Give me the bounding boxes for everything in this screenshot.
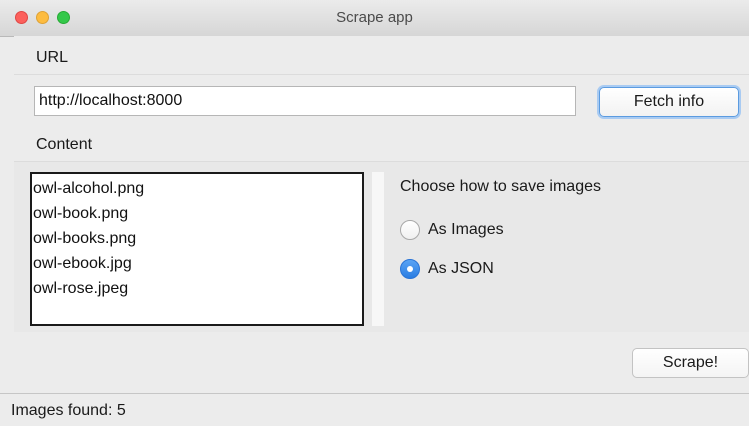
radio-label: As Images [428, 221, 504, 238]
list-item[interactable]: owl-book.png [33, 201, 362, 226]
list-item[interactable]: owl-ebook.jpg [33, 251, 362, 276]
radio-label: As JSON [428, 260, 494, 277]
title-bar: Scrape app [0, 0, 749, 37]
list-item[interactable]: owl-rose.jpeg [33, 276, 362, 301]
fetch-info-button[interactable]: Fetch info [599, 87, 739, 117]
app-window: Scrape app URL Fetch info Content owl-al… [0, 0, 749, 426]
status-text: Images found: 5 [11, 402, 126, 419]
main-panel: URL Fetch info Content owl-alcohol.png o… [14, 36, 749, 392]
list-item[interactable]: owl-books.png [33, 226, 362, 251]
content-label: Content [36, 136, 93, 153]
list-scroll-gutter[interactable] [372, 172, 384, 326]
window-title: Scrape app [336, 9, 413, 26]
content-area: owl-alcohol.png owl-book.png owl-books.p… [14, 162, 749, 332]
status-bar: Images found: 5 [0, 394, 749, 426]
list-item[interactable]: owl-alcohol.png [33, 176, 362, 201]
file-list[interactable]: owl-alcohol.png owl-book.png owl-books.p… [30, 172, 364, 326]
radio-unselected-icon[interactable] [400, 220, 420, 240]
divider [14, 74, 749, 75]
url-input[interactable] [34, 86, 576, 116]
url-label: URL [36, 49, 69, 66]
scrape-button[interactable]: Scrape! [632, 348, 749, 378]
radio-as-json[interactable]: As JSON [400, 257, 494, 281]
radio-as-images[interactable]: As Images [400, 218, 504, 242]
save-options-heading: Choose how to save images [400, 178, 601, 195]
radio-selected-icon[interactable] [400, 259, 420, 279]
